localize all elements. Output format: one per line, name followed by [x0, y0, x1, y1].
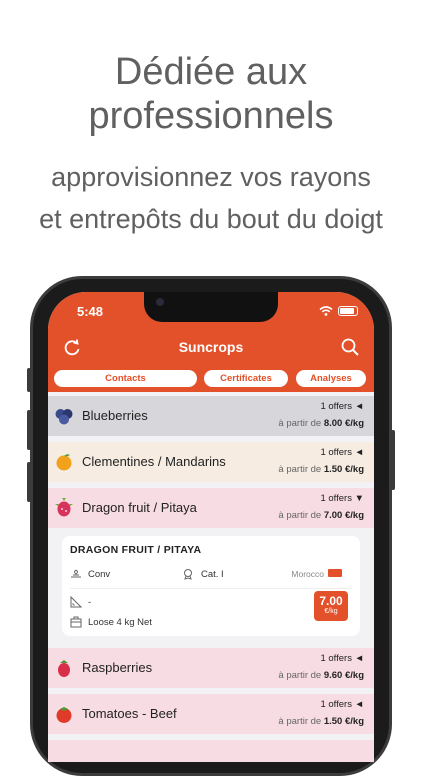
origin-value: Morocco [291, 569, 324, 579]
product-price: à partir de 1.50 €/kg [278, 464, 364, 475]
promo-title-line-2: professionnels [88, 95, 334, 137]
tomato-icon [56, 707, 72, 723]
camera-notch [144, 292, 278, 322]
clementine-icon [56, 454, 72, 471]
product-offers: 1 offers ◄ [320, 653, 364, 664]
camera-icon [156, 298, 164, 306]
product-offers: 1 offers ◄ [320, 401, 364, 412]
offer-price-unit: €/kg [324, 608, 338, 615]
product-offers: 1 offers ▼ [320, 493, 364, 504]
product-row-clementines[interactable]: Clementines / Mandarins 1 offers ◄ à par… [48, 442, 374, 482]
cultivation-icon [71, 569, 81, 578]
packaging-value: Loose 4 kg Net [88, 617, 152, 628]
phone-volume-down-button [27, 462, 31, 502]
cultivation-value: Conv [88, 569, 111, 580]
blueberry-icon [55, 409, 73, 425]
battery-icon [338, 306, 358, 316]
status-time: 5:48 [77, 304, 104, 319]
nav-bar: Suncrops [48, 332, 374, 368]
tab-contacts[interactable]: Contacts [54, 370, 197, 387]
product-price: à partir de 1.50 €/kg [278, 716, 364, 727]
promo-title-line-1: Dédiée aux [114, 51, 308, 93]
product-row-tomatoes-beef[interactable]: Tomatoes - Beef 1 offers ◄ à partir de 1… [48, 694, 374, 734]
status-icons [319, 306, 358, 316]
product-row-dragon-fruit[interactable]: Dragon fruit / Pitaya 1 offers ▼ à parti… [48, 488, 374, 528]
morocco-flag-icon [328, 569, 342, 577]
ruler-icon [70, 596, 82, 608]
certificate-icon [184, 569, 192, 580]
product-name: Clementines / Mandarins [82, 454, 226, 469]
product-offers: 1 offers ◄ [320, 447, 364, 458]
product-name: Dragon fruit / Pitaya [82, 500, 197, 515]
phone-power-button [391, 430, 395, 490]
offer-detail-card[interactable]: DRAGON FRUIT / PITAYA Conv Cat. I Morocc… [62, 536, 360, 636]
product-offers: 1 offers ◄ [320, 699, 364, 710]
phone-mute-button [27, 368, 31, 392]
product-name: Raspberries [82, 660, 153, 675]
promo-subtitle: approvisionnez vos rayons et entrepôts d… [0, 156, 422, 240]
package-icon [70, 616, 82, 628]
search-icon[interactable] [340, 337, 360, 357]
category-value: Cat. I [201, 569, 224, 580]
caliber-value: - [88, 597, 92, 608]
tab-analyses[interactable]: Analyses [296, 370, 366, 387]
app-title: Suncrops [178, 339, 244, 355]
product-price: à partir de 9.60 €/kg [278, 670, 364, 681]
product-row-raspberries[interactable]: Raspberries 1 offers ◄ à partir de 9.60 … [48, 648, 374, 688]
filter-tabs: Contacts Certificates Analyses [48, 368, 374, 392]
product-name: Blueberries [82, 408, 148, 423]
card-divider [70, 588, 352, 589]
phone-volume-up-button [27, 410, 31, 450]
promo-subtitle-line-2: et entrepôts du bout du doigt [39, 204, 383, 234]
raspberry-icon [58, 660, 70, 677]
offer-price: 7.00 [319, 594, 343, 608]
status-bar: 5:48 [48, 292, 374, 332]
dragon-fruit-icon [55, 498, 73, 517]
promo-subtitle-line-1: approvisionnez vos rayons [51, 162, 371, 192]
product-name: Tomatoes - Beef [82, 706, 177, 721]
offer-price-badge[interactable]: 7.00 €/kg [314, 591, 348, 621]
wifi-icon [319, 306, 333, 316]
product-price: à partir de 8.00 €/kg [278, 418, 364, 429]
product-price: à partir de 7.00 €/kg [278, 510, 364, 521]
app-screen: 5:48 Suncrops Contacts Certificates Anal… [48, 292, 374, 762]
offer-title: DRAGON FRUIT / PITAYA [70, 544, 202, 556]
promo-title: Dédiée aux professionnels [0, 50, 422, 138]
product-row-blueberries[interactable]: Blueberries 1 offers ◄ à partir de 8.00 … [48, 396, 374, 436]
product-row-partial [48, 740, 374, 762]
tab-certificates[interactable]: Certificates [204, 370, 288, 387]
